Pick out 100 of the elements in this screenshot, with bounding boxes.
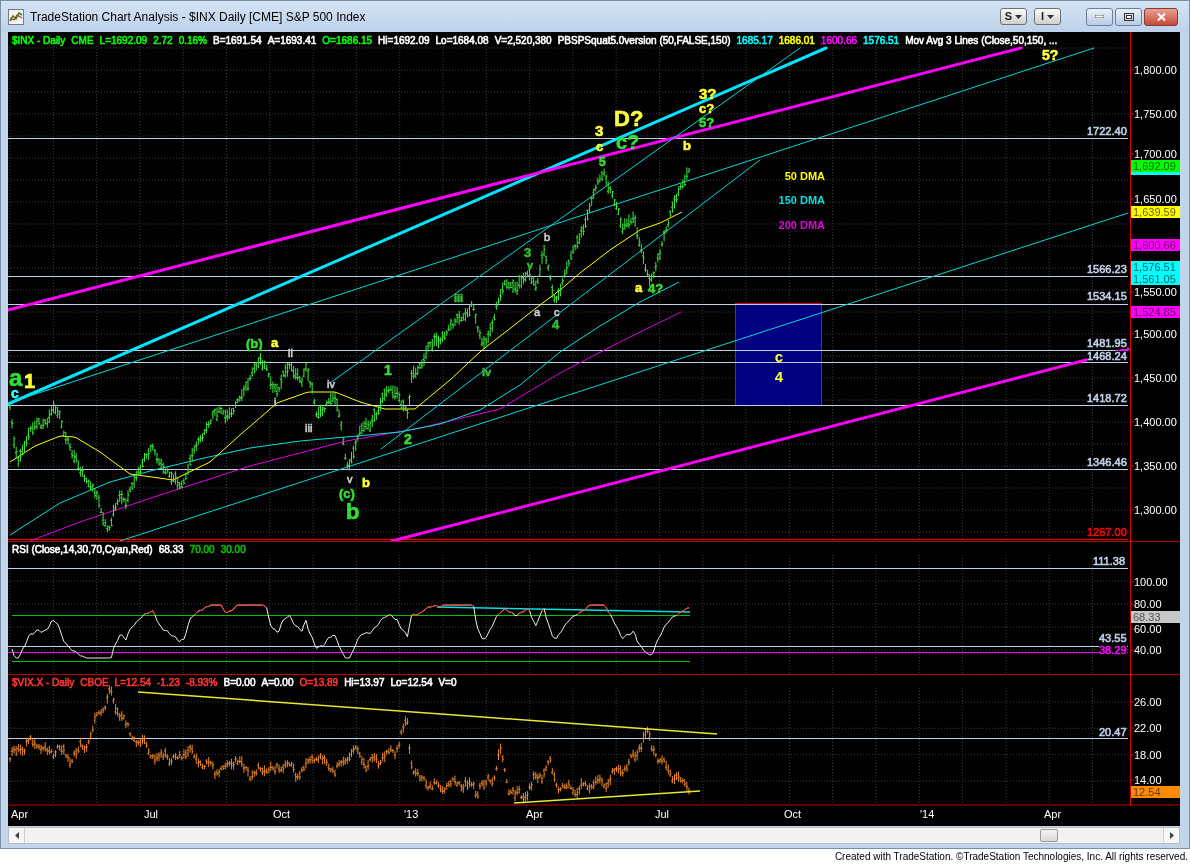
- level-label: 1267.00: [1087, 527, 1127, 538]
- wave-label: c?: [699, 102, 715, 115]
- chart-readout: A=1693.41: [267, 35, 317, 47]
- wave-label: 1: [24, 371, 36, 391]
- close-icon: [1156, 12, 1166, 21]
- level-label: 1534.15: [1087, 291, 1127, 302]
- axis-label: 22.00: [1134, 722, 1162, 734]
- wave-label: a: [635, 281, 643, 294]
- wave-label: v: [527, 260, 534, 271]
- wave-label: iii: [454, 293, 464, 304]
- arrow-right-icon: [1169, 832, 1174, 839]
- chart-readout: 70.00: [189, 544, 215, 556]
- chart-readout: 1600.66: [820, 35, 857, 47]
- time-axis-label: Apr: [11, 808, 29, 820]
- chart-readout: O=1686.15: [322, 35, 373, 47]
- axis-label: 1,800.00: [1134, 64, 1177, 76]
- menu-dropdown-button[interactable]: I: [1034, 8, 1061, 25]
- price-tag: 1,639.59: [1131, 206, 1180, 218]
- axis-label: 1,550.00: [1134, 286, 1177, 298]
- chart-readout: 1685.17: [736, 35, 773, 47]
- wave-label: 1: [384, 363, 392, 377]
- price-tag: 1,600.66: [1131, 239, 1180, 251]
- time-axis-label: Oct: [784, 808, 802, 820]
- wave-label: 5: [599, 156, 606, 168]
- scroll-left-button[interactable]: [9, 828, 25, 843]
- level-label: 1481.95: [1087, 338, 1127, 349]
- wave-label: iv: [327, 379, 335, 390]
- chart-readout: CBOE: [80, 677, 109, 689]
- level-label: 1566.23: [1087, 264, 1127, 275]
- restore-icon: [1123, 12, 1134, 21]
- chart-readout: B=0.00: [223, 677, 256, 689]
- time-axis-label: '13: [404, 808, 419, 820]
- price-tag: 1,576.51: [1131, 261, 1180, 273]
- chart-readout: Lo=12.54: [390, 677, 433, 689]
- chart-readout: 2.72: [153, 35, 173, 47]
- copyright-notice: Created with TradeStation. ©TradeStation Technologies, Inc. All rights reserved.: [834, 851, 1188, 863]
- chart-readout: RSI (Close,14,30,70,Cyan,Red): [12, 544, 153, 556]
- wave-label: 3: [524, 246, 532, 259]
- chart-readout: Hi=13.97: [344, 677, 385, 689]
- axis-label: 26.00: [1134, 696, 1162, 708]
- axis-label: 40.00: [1134, 644, 1162, 656]
- price-tag: 1,692.09: [1131, 160, 1180, 172]
- scrollbar-thumb[interactable]: [1040, 829, 1058, 842]
- chart-readout: B=1691.54: [213, 35, 262, 47]
- axis-label: 1,400.00: [1134, 416, 1177, 428]
- target-label: c: [774, 347, 784, 367]
- wave-label: iii: [305, 423, 313, 434]
- time-axis-label: Oct: [273, 808, 291, 820]
- wave-label: (c): [339, 487, 355, 500]
- axis-label: 18.00: [1134, 749, 1162, 761]
- legend-label: 50 DMA: [784, 170, 825, 182]
- axis-label: 1,450.00: [1134, 372, 1177, 384]
- wave-label: D?: [614, 108, 644, 130]
- chart-readout: L=1692.09: [99, 35, 148, 47]
- chart-readout: Mov Avg 3 Lines (Close,50,150, ...: [905, 35, 1058, 47]
- axis-label: 80.00: [1134, 598, 1162, 610]
- caret-down-icon: [1015, 14, 1023, 19]
- menu-dropdown-button[interactable]: S: [1000, 8, 1027, 25]
- chart-readout: V=0: [438, 677, 457, 689]
- scroll-right-button[interactable]: [1163, 828, 1179, 843]
- wave-label: a: [271, 336, 279, 349]
- wave-label: b: [346, 501, 360, 523]
- chart-readout: -1.23: [157, 677, 180, 689]
- chart-readout: 68.33: [158, 544, 184, 556]
- legend-label: 150 DMA: [778, 194, 825, 206]
- chart-readout: Hi=1692.09: [378, 35, 430, 47]
- maximize-button[interactable]: [1115, 7, 1142, 26]
- chart-app-icon: [8, 8, 24, 25]
- minimize-button[interactable]: [1086, 7, 1113, 26]
- chart-readout: 0.16%: [178, 35, 207, 47]
- axis-label: 100.00: [1134, 576, 1168, 588]
- level-label: 1722.40: [1087, 126, 1127, 137]
- wave-label: 3: [595, 123, 604, 138]
- wave-label: b: [362, 476, 370, 489]
- target-label: 4: [774, 367, 784, 387]
- chart-readout: 1576.51: [863, 35, 900, 47]
- close-button[interactable]: [1144, 7, 1178, 26]
- chart-readout: 1686.01: [778, 35, 815, 47]
- caret-down-icon: [1047, 14, 1055, 19]
- level-label: 1346.46: [1087, 457, 1127, 468]
- time-axis-label: Apr: [526, 808, 544, 820]
- chart-readout: Lo=1684.08: [435, 35, 489, 47]
- chart-readout: PBSPSquat5.0version (50,FALSE,150): [557, 35, 731, 47]
- level-label: 38.29: [1099, 645, 1127, 656]
- chart-readout: -8.93%: [185, 677, 218, 689]
- price-tag: 68.33: [1131, 611, 1180, 623]
- wave-label: (b): [246, 337, 263, 350]
- horizontal-scrollbar[interactable]: [8, 827, 1180, 844]
- level-label: 43.55: [1099, 633, 1127, 644]
- chart-readout: 30.00: [220, 544, 246, 556]
- chart-readout: $VIX.X - Daily: [12, 677, 75, 689]
- chart-readout: CME: [71, 35, 94, 47]
- axis-label: 1,650.00: [1134, 193, 1177, 205]
- wave-label: b: [544, 232, 551, 243]
- time-axis-label: Jul: [144, 808, 159, 820]
- wave-label: i: [274, 397, 277, 408]
- chart-readout: A=0.00: [261, 677, 294, 689]
- window-title: TradeStation Chart Analysis - $INX Daily [CME] S&P 500 Index: [30, 8, 366, 26]
- wave-label: v: [347, 474, 353, 485]
- chart-readout: V=2,520,380: [494, 35, 552, 47]
